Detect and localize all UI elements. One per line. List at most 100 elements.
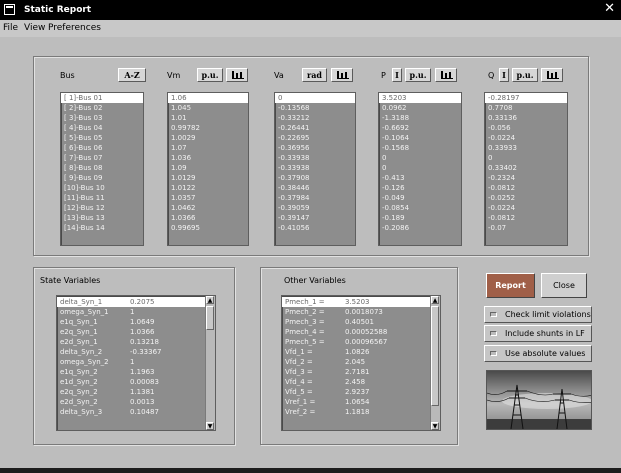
vm-row[interactable]: 1.0357 <box>168 193 248 203</box>
q-info-button[interactable]: I <box>499 68 509 82</box>
p-pu-button[interactable]: p.u. <box>405 68 431 82</box>
state-variable-row[interactable]: e2q_Syn_2 1.1381 <box>57 387 205 397</box>
q-row[interactable]: -0.0224 <box>485 133 567 143</box>
vm-row[interactable]: 1.0462 <box>168 203 248 213</box>
p-row[interactable]: -0.6692 <box>379 123 461 133</box>
other-variable-row[interactable]: Pmech_2 = 0.0018073 <box>282 307 430 317</box>
q-row[interactable]: 0.7708 <box>485 103 567 113</box>
other-variable-row[interactable]: Vfd_2 = 2.045 <box>282 357 430 367</box>
scroll-thumb[interactable] <box>206 306 214 330</box>
menu-file[interactable]: File <box>3 23 18 33</box>
state-variable-row[interactable]: omega_Syn_2 1 <box>57 357 205 367</box>
state-variable-row[interactable]: e1d_Syn_2 0.00083 <box>57 377 205 387</box>
q-row[interactable]: 0.33402 <box>485 163 567 173</box>
va-rad-button[interactable]: rad <box>302 68 327 82</box>
q-list[interactable]: -0.28197 0.7708 0.33136 -0.056 -0.0224 0.3393… <box>484 92 568 246</box>
other-variable-row[interactable]: Vfd_5 = 2.9237 <box>282 387 430 397</box>
scroll-down-icon[interactable]: ▼ <box>431 422 439 430</box>
va-row[interactable]: -0.13568 <box>275 103 355 113</box>
checkbox-icon[interactable] <box>490 331 497 336</box>
state-variable-row[interactable]: e2d_Syn_1 0.13218 <box>57 337 205 347</box>
bus-row[interactable]: [ 1]-Bus 01 <box>61 93 143 103</box>
vm-row[interactable]: 1.0129 <box>168 173 248 183</box>
bus-row[interactable]: [ 2]-Bus 02 <box>61 103 143 113</box>
scroll-down-icon[interactable]: ▼ <box>206 422 214 430</box>
p-row[interactable]: -0.126 <box>379 183 461 193</box>
p-row[interactable]: -0.049 <box>379 193 461 203</box>
state-variable-row[interactable]: omega_Syn_1 1 <box>57 307 205 317</box>
p-list[interactable]: 3.5203 0.0962 -1.3188 -0.6692 -0.1064 -0.1568… <box>378 92 462 246</box>
check-limit-violations-toggle[interactable]: Check limit violations <box>484 306 592 323</box>
other-variable-row[interactable]: Pmech_5 = 0.00096567 <box>282 337 430 347</box>
q-row[interactable]: -0.056 <box>485 123 567 133</box>
q-row[interactable]: -0.0252 <box>485 193 567 203</box>
menu-view[interactable]: View <box>24 23 45 33</box>
include-shunts-toggle[interactable]: Include shunts in LF <box>484 325 592 342</box>
va-row[interactable]: -0.39059 <box>275 203 355 213</box>
vm-row[interactable]: 1.0122 <box>168 183 248 193</box>
bus-row[interactable]: [10]-Bus 10 <box>61 183 143 193</box>
bus-row[interactable]: [ 7]-Bus 07 <box>61 153 143 163</box>
vm-row[interactable]: 1.07 <box>168 143 248 153</box>
other-variable-row[interactable]: Vfd_3 = 2.7181 <box>282 367 430 377</box>
other-variable-row[interactable]: Vref_2 = 1.1818 <box>282 407 430 417</box>
p-row[interactable]: -0.413 <box>379 173 461 183</box>
bus-row[interactable]: [ 5]-Bus 05 <box>61 133 143 143</box>
va-row[interactable]: -0.26441 <box>275 123 355 133</box>
p-row[interactable]: -0.1064 <box>379 133 461 143</box>
q-row[interactable]: -0.0224 <box>485 203 567 213</box>
va-row[interactable]: -0.39147 <box>275 213 355 223</box>
p-row[interactable]: -0.0854 <box>379 203 461 213</box>
va-bar-chart-icon[interactable] <box>331 68 353 82</box>
q-bar-chart-icon[interactable] <box>541 68 563 82</box>
vm-pu-button[interactable]: p.u. <box>197 68 223 82</box>
state-variable-row[interactable]: e1q_Syn_2 1.1963 <box>57 367 205 377</box>
q-row[interactable]: -0.0812 <box>485 183 567 193</box>
use-absolute-values-toggle[interactable]: Use absolute values <box>484 345 592 362</box>
vm-row[interactable]: 1.01 <box>168 113 248 123</box>
va-row[interactable]: -0.37984 <box>275 193 355 203</box>
other-variable-row[interactable]: Vfd_1 = 1.0826 <box>282 347 430 357</box>
p-row[interactable]: 3.5203 <box>379 93 461 103</box>
bus-row[interactable]: [ 8]-Bus 08 <box>61 163 143 173</box>
window-menu-icon[interactable] <box>4 4 15 15</box>
close-icon[interactable]: ✕ <box>604 2 615 16</box>
bus-row[interactable]: [13]-Bus 13 <box>61 213 143 223</box>
vm-row[interactable]: 0.99695 <box>168 223 248 233</box>
q-row[interactable]: 0 <box>485 153 567 163</box>
p-row[interactable]: 0.0962 <box>379 103 461 113</box>
va-row[interactable]: -0.33938 <box>275 153 355 163</box>
q-row[interactable]: 0.33136 <box>485 113 567 123</box>
menu-preferences[interactable]: Preferences <box>48 23 101 33</box>
p-row[interactable]: -1.3188 <box>379 113 461 123</box>
vm-bar-chart-icon[interactable] <box>226 68 248 82</box>
sort-az-button[interactable]: A-Z <box>118 68 146 82</box>
checkbox-icon[interactable] <box>490 312 497 317</box>
bus-row[interactable]: [12]-Bus 12 <box>61 203 143 213</box>
vm-row[interactable]: 1.036 <box>168 153 248 163</box>
va-row[interactable]: -0.22695 <box>275 133 355 143</box>
scroll-up-icon[interactable]: ▲ <box>206 296 214 304</box>
p-row[interactable]: -0.189 <box>379 213 461 223</box>
state-variable-row[interactable]: e2q_Syn_1 1.0366 <box>57 327 205 337</box>
vm-row[interactable]: 1.0366 <box>168 213 248 223</box>
close-button[interactable]: Close <box>541 273 587 298</box>
va-list[interactable]: 0 -0.13568 -0.33212 -0.26441 -0.22695 -0.3695… <box>274 92 356 246</box>
vm-row[interactable]: 0.99782 <box>168 123 248 133</box>
state-variable-row[interactable]: delta_Syn_1 0.2075 <box>57 297 205 307</box>
scroll-thumb[interactable] <box>431 306 439 406</box>
va-row[interactable]: -0.33212 <box>275 113 355 123</box>
va-row[interactable]: -0.41056 <box>275 223 355 233</box>
other-variable-row[interactable]: Pmech_1 = 3.5203 <box>282 297 430 307</box>
state-variable-row[interactable]: delta_Syn_2 -0.33367 <box>57 347 205 357</box>
q-row[interactable]: -0.0812 <box>485 213 567 223</box>
p-row[interactable]: -0.1568 <box>379 143 461 153</box>
va-row[interactable]: -0.38446 <box>275 183 355 193</box>
va-row[interactable]: -0.36956 <box>275 143 355 153</box>
other-scrollbar[interactable]: ▲ ▼ <box>430 296 440 430</box>
vm-row[interactable]: 1.045 <box>168 103 248 113</box>
vm-row[interactable]: 1.0029 <box>168 133 248 143</box>
vm-row[interactable]: 1.09 <box>168 163 248 173</box>
state-variable-row[interactable]: e1q_Syn_1 1.0649 <box>57 317 205 327</box>
other-variable-row[interactable]: Pmech_3 = 0.40501 <box>282 317 430 327</box>
